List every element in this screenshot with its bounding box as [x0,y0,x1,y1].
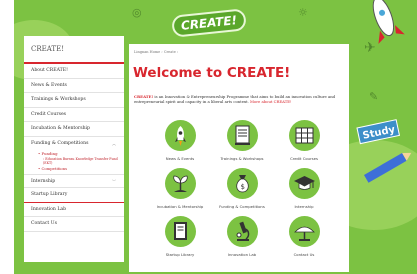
microscope-icon [226,216,258,247]
chevron-down-icon[interactable]: ﹀ [112,175,116,190]
plant-icon [164,168,196,199]
intro-text: is an Innovation & Entrepreneurship Prog… [134,94,336,105]
document-icon [226,120,258,151]
tile-label: Contact Us [293,252,315,257]
tile-innovation-lab[interactable]: Innovation Lab [212,216,272,257]
svg-text:$: $ [240,183,244,191]
tile-label: Startup Library [165,252,195,257]
sidebar-subitem-funding-label: Funding [41,151,58,156]
sidebar-item-incubation[interactable]: Incubation & Mentorship [24,122,124,137]
sidebar: CREATE! About CREATE! News & Events Trai… [24,36,124,262]
tile-label: News & Events [165,156,195,161]
tile-incubation[interactable]: Incubation & Mentorship [150,168,210,209]
sidebar-subitem-ekt[interactable]: › Education Bureau Knowledge Transfer Fu… [24,157,124,166]
graduation-cap-icon [288,168,320,199]
tile-label: Innovation Lab [227,252,257,257]
tile-funding[interactable]: $ Funding & Competitions [212,168,272,209]
page-title: Welcome to CREATE! [133,65,291,81]
tile-label: Incubation & Mentorship [156,204,204,209]
sidebar-item-trainings[interactable]: Trainings & Workshops [24,93,124,108]
money-bag-icon: $ [226,168,258,199]
sidebar-item-about[interactable]: About CREATE! [24,64,124,79]
tile-trainings[interactable]: Trainings & Workshops [212,120,272,161]
tile-startup-library[interactable]: Startup Library [150,216,210,257]
tile-label: Internship [294,204,314,209]
sidebar-item-contact[interactable]: Contact Us [24,217,124,232]
sidebar-title: CREATE! [24,36,124,64]
lamp-doodle-icon: ☼ [298,6,308,19]
sidebar-item-internship-label: Internship [31,178,56,184]
planet-doodle-icon: ◎ [132,6,142,19]
sidebar-subitem-competitions-label: Competitions [41,165,68,171]
sidebar-item-credit-courses[interactable]: Credit Courses [24,108,124,122]
sidebar-item-internship[interactable]: Internship ﹀ [24,173,124,190]
tile-internship[interactable]: Internship [274,168,334,209]
more-about-link[interactable]: More about CREATE! [250,99,292,104]
main-content: Lingnan Home › Create › Welcome to CREAT… [129,44,349,272]
sidebar-subitem-competitions[interactable]: • Competitions [24,166,124,172]
sidebar-subitem-ekt-label: Education Bureau Knowledge Transfer Fund… [43,157,118,166]
tile-label: Trainings & Workshops [220,156,264,161]
intro-paragraph: CREATE! is an Innovation & Entrepreneurs… [134,94,348,105]
sidebar-item-innovation-lab[interactable]: Innovation Lab [24,203,124,218]
decoration-right: Study [356,0,412,183]
sidebar-item-news-events[interactable]: News & Events [24,79,124,93]
rocket-icon [164,120,196,151]
books-icon [288,120,320,151]
sidebar-item-funding[interactable]: Funding & Competitions ︿ [24,137,124,152]
tile-credit-courses[interactable]: Credit Courses [274,120,334,161]
chevron-up-icon[interactable]: ︿ [112,137,116,152]
sidebar-item-funding-label: Funding & Competitions [31,140,89,146]
tile-label: Funding & Competitions [219,204,265,209]
intro-brand: CREATE! [134,94,154,99]
satellite-dish-icon [288,216,320,247]
breadcrumb[interactable]: Lingnan Home › Create › [134,50,178,54]
sidebar-item-startup-library[interactable]: Startup Library [24,188,124,203]
tile-contact[interactable]: Contact Us [274,216,334,257]
tile-label: Credit Courses [290,156,318,161]
book-icon [164,216,196,247]
tile-news-events[interactable]: News & Events [150,120,210,161]
